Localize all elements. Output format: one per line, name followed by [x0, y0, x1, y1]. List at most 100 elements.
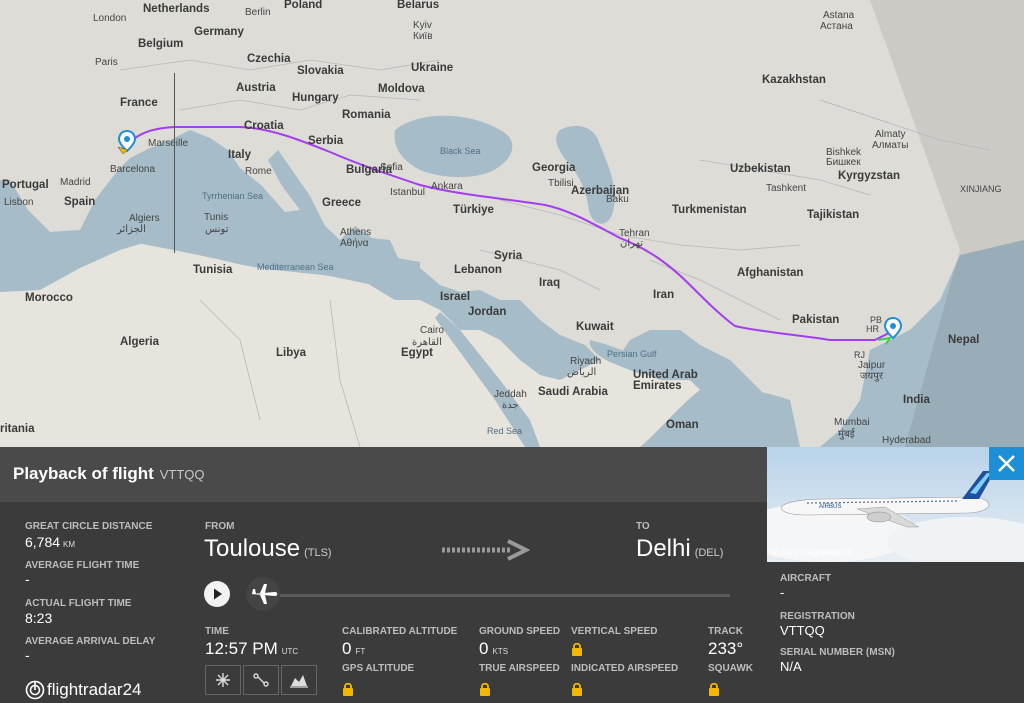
chart-view-button[interactable] [281, 665, 317, 695]
label-tunis-local: تونس [205, 224, 229, 235]
great-circle-unit: KM [63, 540, 76, 549]
vertical-speed-label: VERTICAL SPEED [571, 626, 658, 637]
label-nepal: Nepal [948, 334, 980, 346]
from-label: FROM [205, 521, 235, 532]
label-tunisia: Tunisia [193, 264, 233, 276]
label-cairo: Cairo [420, 325, 444, 336]
label-algeria: Algeria [120, 336, 159, 348]
label-london: London [93, 13, 127, 24]
label-athens: Athens [340, 227, 372, 238]
label-uae: United Arab Emirates [633, 369, 698, 392]
flight-map[interactable]: Netherlands Poland Belarus Germany Belgi… [0, 0, 1024, 447]
label-black-sea: Black Sea [440, 146, 481, 156]
aircraft-label: AIRCRAFT [780, 573, 832, 584]
close-button[interactable] [989, 447, 1024, 480]
label-algiers-local: الجزائر [117, 224, 146, 235]
label-red-sea: Red Sea [487, 426, 523, 436]
label-algiers: Algiers [129, 213, 160, 224]
label-ukraine: Ukraine [411, 62, 454, 74]
column-divider [174, 73, 175, 253]
label-tyrrhenian-sea: Tyrrhenian Sea [202, 191, 264, 201]
great-circle-label: GREAT CIRCLE DISTANCE [25, 521, 153, 532]
playback-handle[interactable] [243, 576, 283, 612]
to-airport[interactable]: Delhi (DEL) [636, 535, 723, 563]
photo-credit: © 2023 | Flightradar24 [772, 548, 852, 557]
avg-delay-label: AVERAGE ARRIVAL DELAY [25, 636, 156, 647]
track-label: TRACK [708, 626, 743, 637]
play-button[interactable] [204, 581, 230, 607]
route-view-button[interactable] [243, 665, 279, 695]
time-number: 12:57 PM [205, 639, 278, 658]
label-austria: Austria [236, 82, 276, 94]
label-georgia: Georgia [532, 162, 576, 174]
label-kyiv-local: Київ [413, 31, 433, 42]
label-astana: Astana [823, 10, 855, 21]
lock-icon[interactable] [479, 682, 491, 696]
label-mediterranean-sea: Mediterranean Sea [257, 262, 334, 272]
close-icon [998, 455, 1015, 472]
label-xinjiang: XINJIANG [960, 184, 1002, 194]
track-value: 233° [708, 639, 744, 658]
label-iraq: Iraq [539, 277, 561, 289]
label-israel: Israel [440, 291, 471, 303]
label-rj: RJ [854, 350, 865, 360]
label-croatia: Croatia [244, 120, 284, 132]
avg-flight-value: - [25, 571, 30, 587]
playback-track[interactable] [248, 594, 730, 597]
aircraft-photo[interactable]: AIRBUS © 2023 | Flightradar24 [767, 447, 1024, 562]
label-mauritania: ritania [0, 423, 35, 435]
calibrated-alt-unit: FT [355, 647, 366, 656]
label-czechia: Czechia [247, 53, 291, 65]
squawk-label: SQUAWK [708, 663, 753, 674]
lock-icon[interactable] [342, 682, 354, 696]
time-label: TIME [205, 626, 229, 637]
label-oman: Oman [666, 419, 699, 431]
aircraft-value: - [780, 585, 785, 600]
label-romania: Romania [342, 109, 391, 121]
label-tashkent: Tashkent [766, 183, 807, 194]
label-moldova: Moldova [378, 83, 425, 95]
label-kuwait: Kuwait [576, 321, 614, 333]
to-code: (DEL) [694, 547, 724, 559]
label-marseille: Marseille [148, 138, 189, 149]
label-persian-gulf: Persian Gulf [607, 349, 657, 359]
label-riyadh: Riyadh [570, 356, 602, 367]
satellite-view-button[interactable] [205, 665, 241, 695]
label-morocco: Morocco [25, 292, 73, 304]
label-hyderabad: Hyderabad [882, 435, 931, 446]
label-rome: Rome [245, 166, 272, 177]
label-spain: Spain [64, 196, 96, 208]
label-greece: Greece [322, 197, 362, 209]
play-icon [214, 588, 222, 600]
great-circle-number: 6,784 [25, 534, 61, 550]
aircraft-image: AIRBUS [767, 447, 1024, 562]
actual-flight-value: 8:23 [25, 610, 53, 626]
label-ankara: Ankara [431, 181, 463, 192]
label-athens-local: Αθήνα [340, 238, 369, 249]
to-city: Delhi [636, 535, 691, 562]
label-slovakia: Slovakia [297, 65, 344, 77]
route-arrow-icon [442, 539, 530, 561]
label-mumbai-local: मुंबई [838, 429, 855, 440]
lock-icon[interactable] [571, 642, 583, 656]
lock-icon[interactable] [708, 682, 720, 696]
label-pakistan: Pakistan [792, 314, 840, 326]
label-india: India [903, 394, 930, 406]
label-lebanon: Lebanon [454, 264, 502, 276]
label-germany: Germany [194, 26, 244, 38]
from-airport[interactable]: Toulouse (TLS) [204, 535, 332, 563]
avg-delay-value: - [25, 647, 30, 663]
serial-label: SERIAL NUMBER (MSN) [780, 647, 895, 658]
label-istanbul: Istanbul [390, 187, 426, 198]
label-baku: Baku [606, 194, 629, 205]
gps-alt-label: GPS ALTITUDE [342, 663, 415, 674]
route-icon [253, 673, 269, 687]
label-berlin: Berlin [245, 7, 271, 18]
label-netherlands: Netherlands [143, 3, 210, 15]
label-egypt: Egypt [401, 347, 433, 359]
label-madrid: Madrid [60, 177, 91, 188]
time-value: 12:57 PM UTC [205, 639, 298, 659]
label-astana-local: Астана [820, 21, 853, 32]
lock-icon[interactable] [571, 682, 583, 696]
label-hungary: Hungary [292, 92, 339, 104]
